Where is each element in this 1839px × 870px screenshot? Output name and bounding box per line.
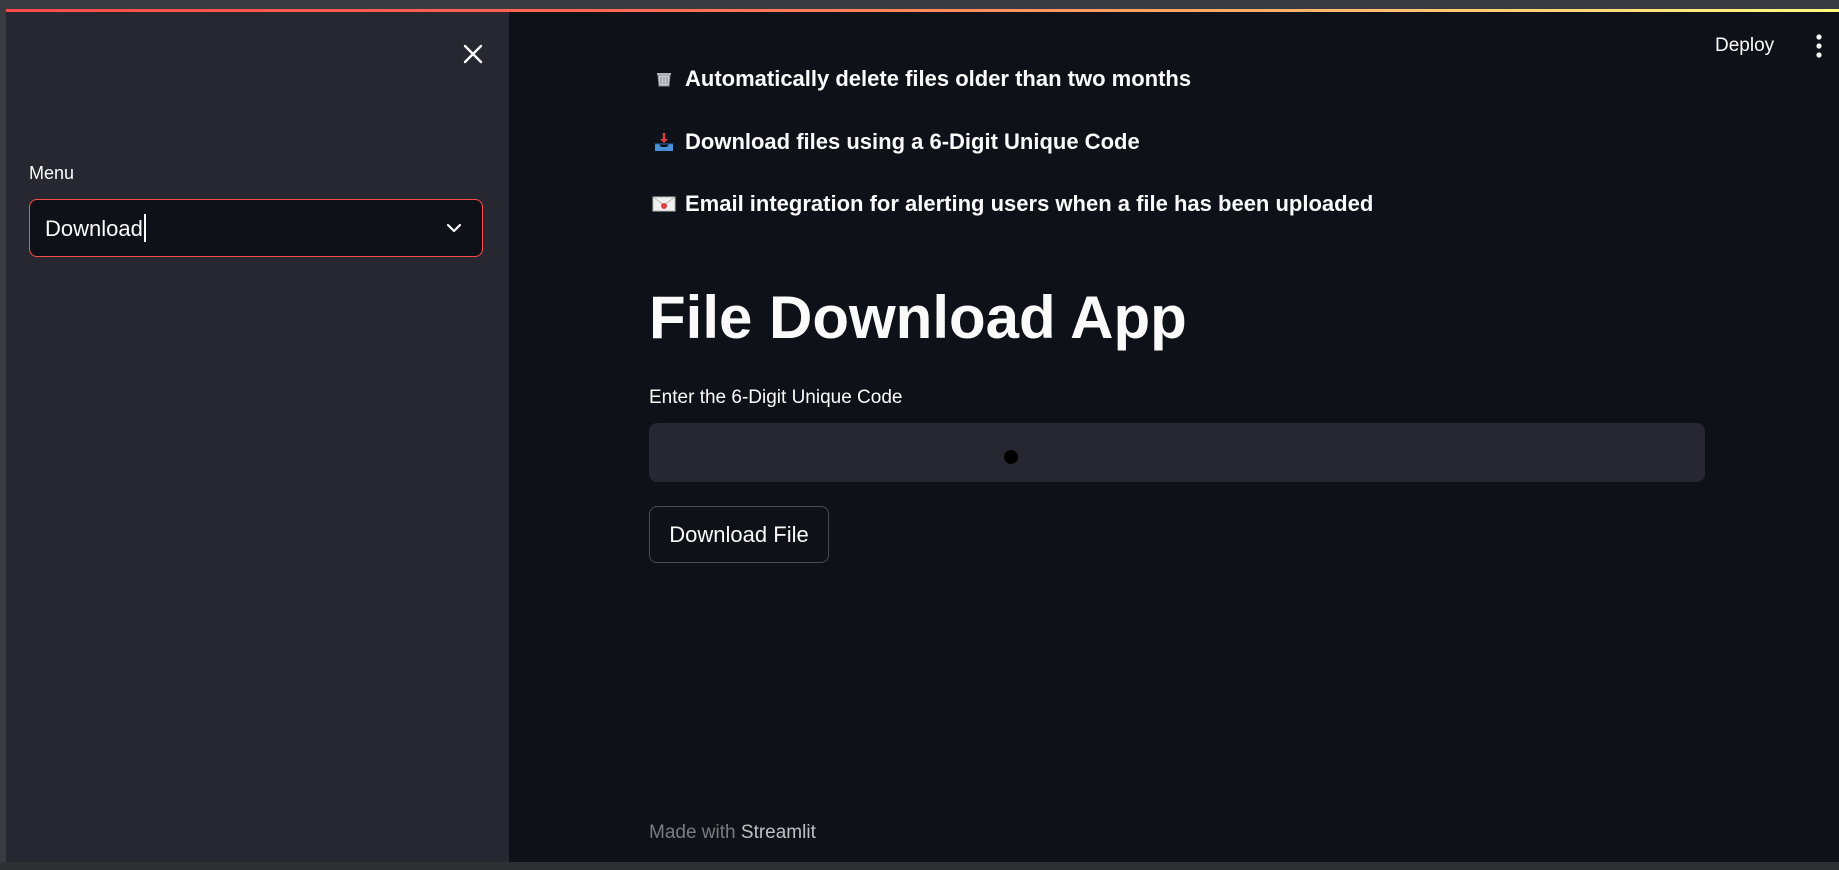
menu-select-value-wrap: Download (45, 214, 146, 243)
menu-label: Menu (29, 163, 75, 183)
download-file-button[interactable]: Download File (649, 506, 829, 563)
close-icon (463, 44, 483, 64)
code-input-label: Enter the 6-Digit Unique Code (649, 387, 903, 408)
chevron-down-icon[interactable] (444, 218, 464, 238)
envelope-icon (652, 193, 676, 215)
feature-item: Email integration for alerting users whe… (652, 191, 1373, 217)
menu-select-value: Download (45, 216, 143, 241)
feature-text: Email integration for alerting users whe… (685, 191, 1374, 216)
window-bottom-edge (0, 862, 1839, 870)
feature-text: Automatically delete files older than tw… (685, 66, 1192, 91)
feature-item: Automatically delete files older than tw… (652, 66, 1191, 92)
close-sidebar-button[interactable] (455, 36, 491, 72)
footer-streamlit-link[interactable]: Streamlit (741, 822, 816, 843)
unique-code-input[interactable] (649, 423, 1705, 482)
feature-item: Download files using a 6-Digit Unique Co… (652, 129, 1140, 155)
inbox-tray-icon (652, 131, 676, 153)
text-caret (143, 214, 146, 243)
sidebar (6, 12, 509, 862)
deploy-button[interactable]: Deploy (1715, 35, 1774, 57)
wastebasket-icon (652, 68, 676, 90)
menu-select[interactable]: Download (29, 199, 483, 257)
mouse-cursor (1004, 450, 1018, 464)
app-window: Menu Download Deploy Automatically delet… (0, 0, 1839, 870)
more-options-icon[interactable] (1810, 32, 1828, 60)
footer: Made with Streamlit (649, 822, 816, 844)
feature-text: Download files using a 6-Digit Unique Co… (685, 129, 1140, 154)
page-title: File Download App (649, 284, 1187, 351)
header-decoration-bar (6, 9, 1839, 12)
footer-made-with: Made with (649, 822, 736, 843)
